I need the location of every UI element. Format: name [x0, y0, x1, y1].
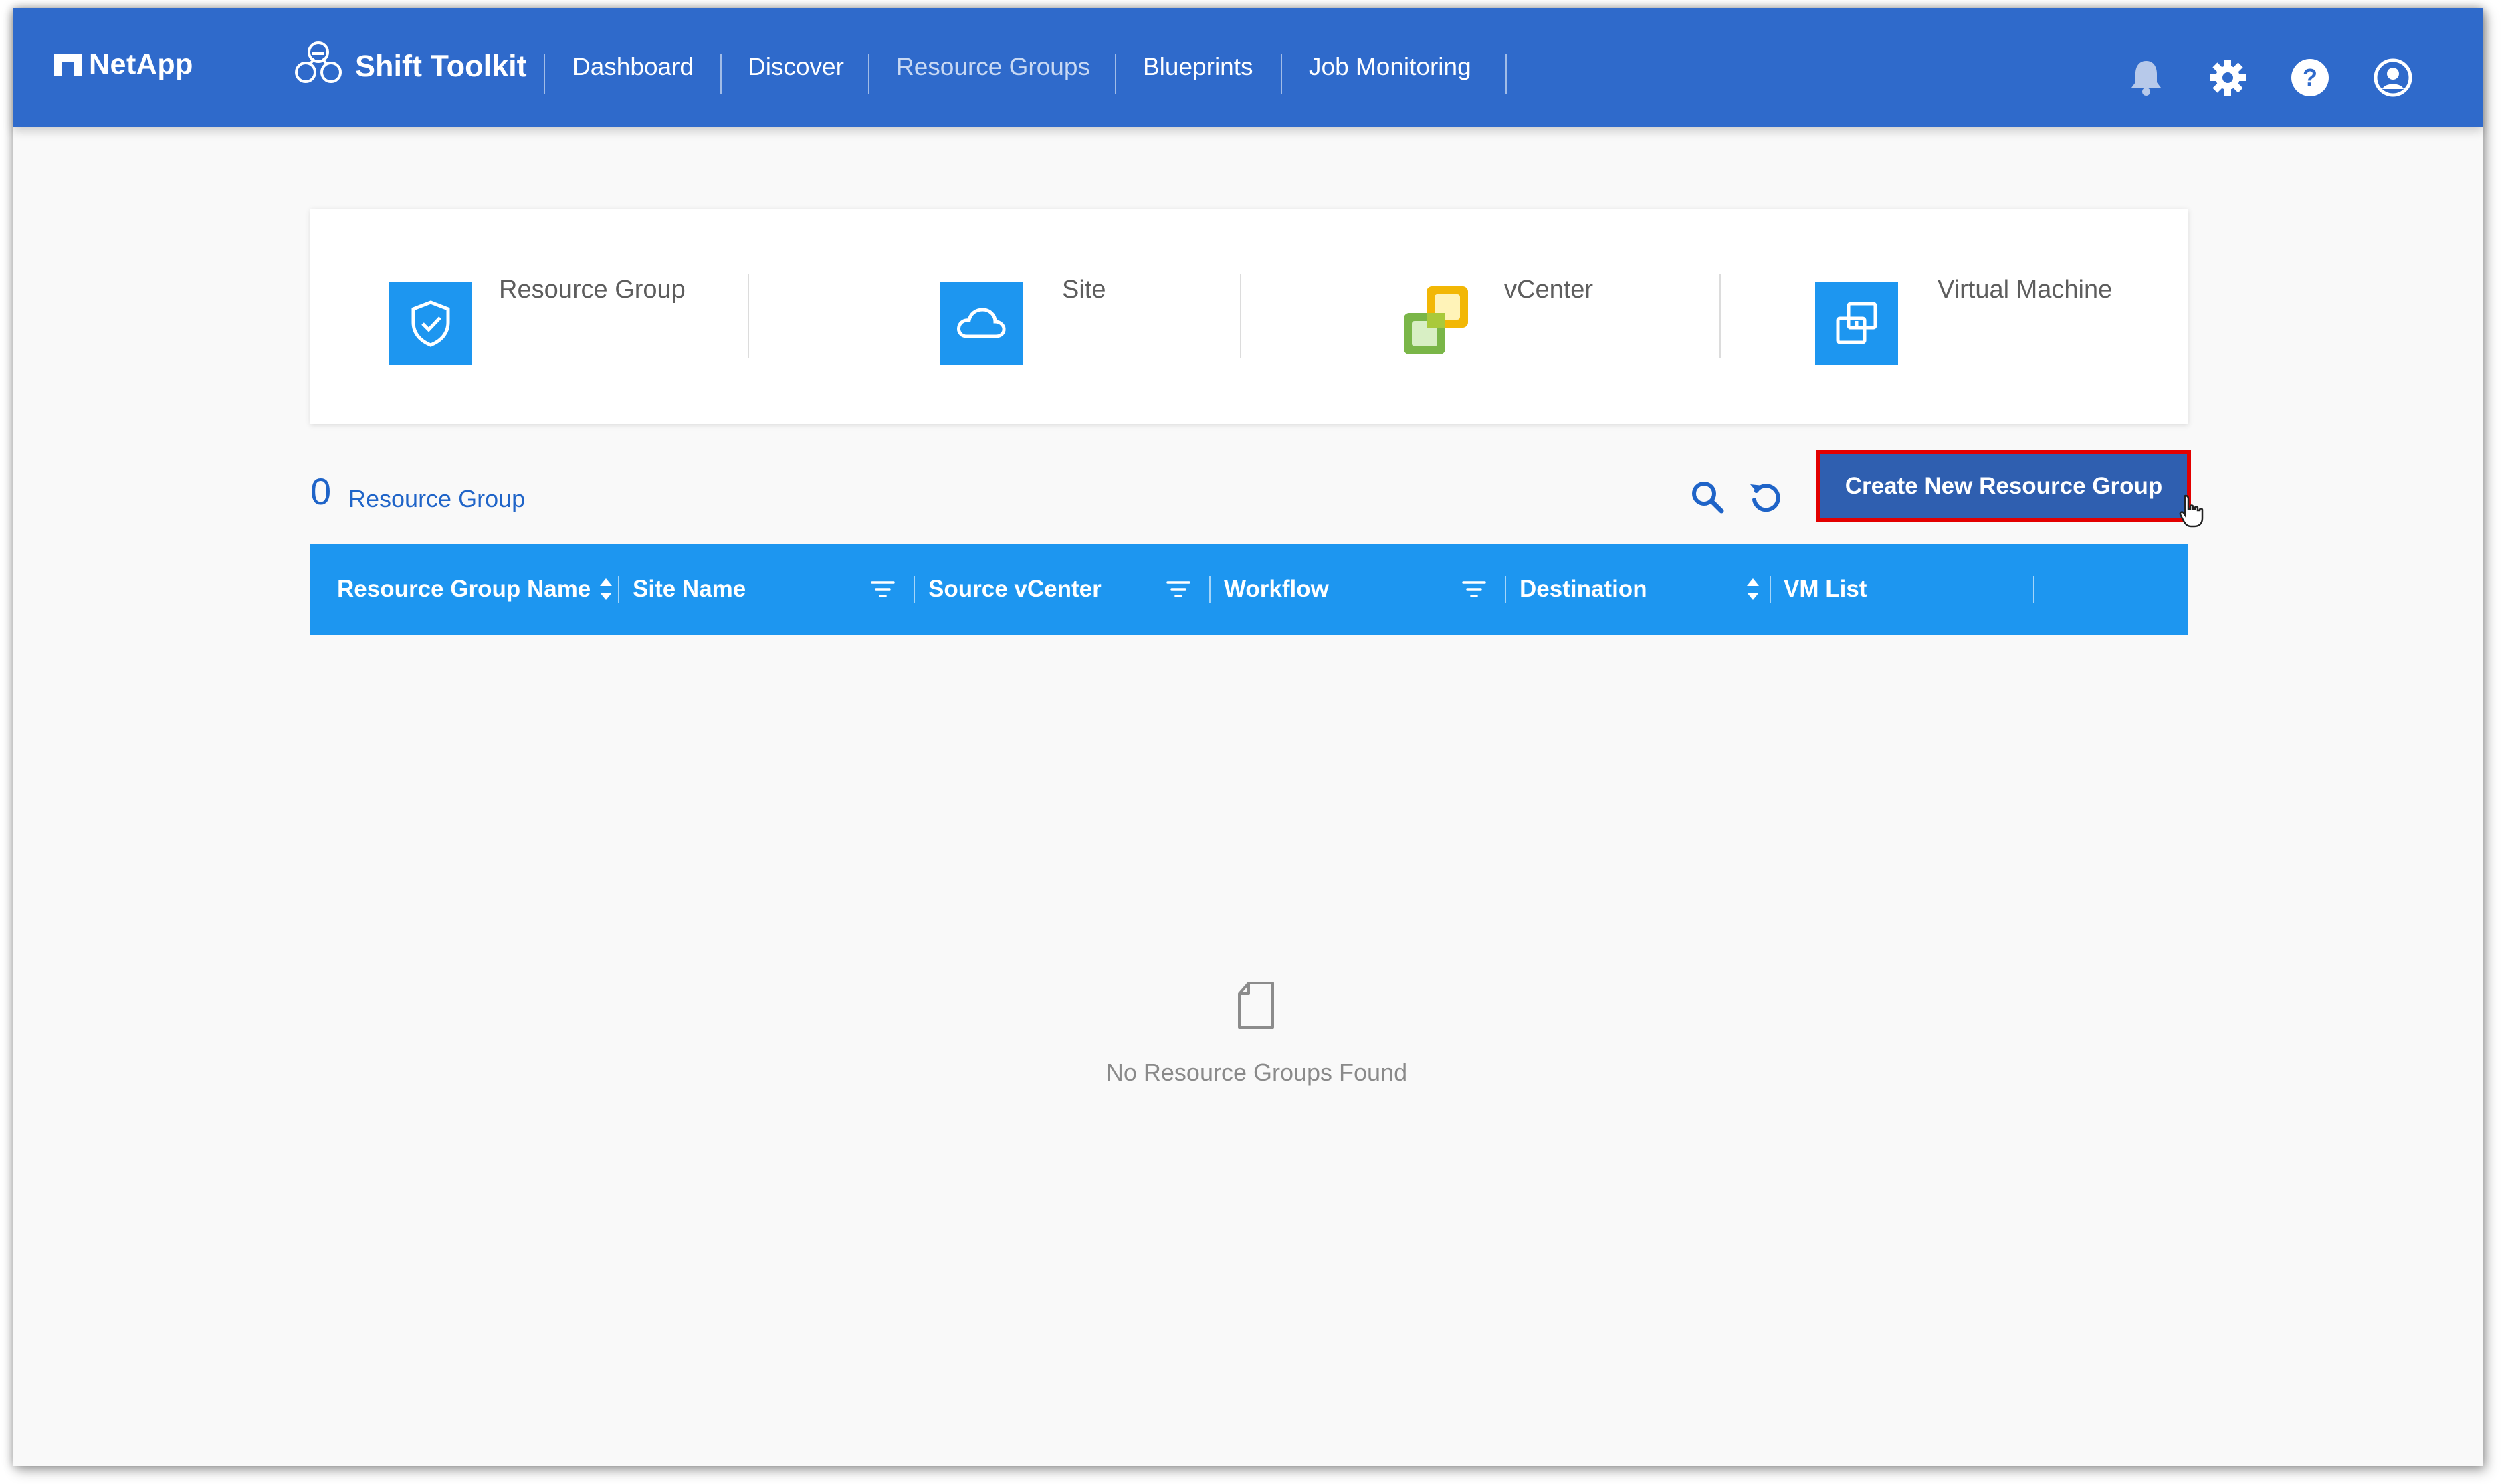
bell-icon[interactable] — [2125, 57, 2167, 98]
nav-discover[interactable]: Discover — [748, 45, 844, 88]
sort-icon[interactable] — [1740, 576, 1766, 603]
top-navigation-bar: NetApp Shift Toolkit Dashboard Discover … — [13, 8, 2483, 127]
app-window: NetApp Shift Toolkit Dashboard Discover … — [13, 8, 2483, 1466]
empty-document-icon — [1238, 982, 1274, 1029]
hand-cursor-icon — [2179, 494, 2204, 528]
column-vm-list[interactable]: VM List — [1784, 544, 1867, 635]
help-icon[interactable]: ? — [2289, 57, 2331, 98]
nav-blueprints[interactable]: Blueprints — [1143, 45, 1253, 88]
nav-separator — [1115, 54, 1116, 94]
column-workflow[interactable]: Workflow — [1224, 544, 1329, 635]
table-header: Resource Group Name Site Name Source vCe… — [310, 544, 2188, 635]
filter-icon[interactable] — [1461, 576, 1487, 603]
sort-icon[interactable] — [593, 576, 619, 603]
column-destination[interactable]: Destination — [1520, 544, 1647, 635]
app-name: Shift Toolkit — [355, 49, 527, 83]
column-separator — [1209, 576, 1211, 603]
search-icon[interactable] — [1688, 478, 1727, 516]
app-title[interactable]: Shift Toolkit — [291, 39, 527, 94]
filter-icon[interactable] — [869, 576, 896, 603]
shield-check-icon — [389, 282, 472, 365]
card-separator — [1240, 274, 1241, 358]
column-separator — [2033, 576, 2034, 603]
tile-resource-group[interactable]: Resource Group — [499, 276, 686, 304]
netapp-logo-icon — [54, 53, 82, 76]
user-icon[interactable] — [2372, 57, 2414, 98]
create-new-resource-group-button[interactable]: Create New Resource Group — [1816, 450, 2191, 522]
nav-job-monitoring[interactable]: Job Monitoring — [1309, 45, 1471, 88]
column-separator — [618, 576, 619, 603]
column-resource-group-name[interactable]: Resource Group Name — [337, 544, 591, 635]
summary-card: Resource Group Site vCenter Virtual Mach… — [310, 209, 2188, 424]
resource-group-count: 0 — [310, 470, 332, 512]
column-site-name[interactable]: Site Name — [633, 544, 746, 635]
virtual-machine-icon — [1815, 282, 1898, 365]
cloud-icon — [940, 282, 1023, 365]
resource-group-count-label: Resource Group — [348, 485, 526, 512]
column-separator — [914, 576, 915, 603]
tile-virtual-machine[interactable]: Virtual Machine — [1938, 276, 2112, 304]
nav-dashboard[interactable]: Dashboard — [572, 45, 694, 88]
brand-name: NetApp — [89, 48, 193, 80]
nav-separator — [1281, 54, 1282, 94]
column-separator — [1505, 576, 1506, 603]
svg-text:?: ? — [2303, 64, 2317, 91]
filter-icon[interactable] — [1165, 576, 1192, 603]
card-separator — [1719, 274, 1721, 358]
tile-vcenter[interactable]: vCenter — [1504, 276, 1593, 304]
netapp-logo[interactable]: NetApp — [54, 48, 193, 81]
nav-separator — [868, 54, 869, 94]
card-separator — [748, 274, 749, 358]
gear-icon[interactable] — [2207, 57, 2249, 98]
nav-resource-groups[interactable]: Resource Groups — [896, 45, 1090, 88]
column-source-vcenter[interactable]: Source vCenter — [928, 544, 1102, 635]
empty-state-message: No Resource Groups Found — [1106, 1059, 1408, 1086]
nav-separator — [720, 54, 722, 94]
tile-site[interactable]: Site — [1062, 276, 1106, 304]
refresh-icon[interactable] — [1746, 478, 1785, 516]
nav-separator — [544, 54, 545, 94]
shift-toolkit-icon — [295, 41, 342, 83]
nav-separator — [1505, 54, 1507, 94]
vcenter-icon — [1404, 286, 1468, 354]
column-separator — [1770, 576, 1771, 603]
